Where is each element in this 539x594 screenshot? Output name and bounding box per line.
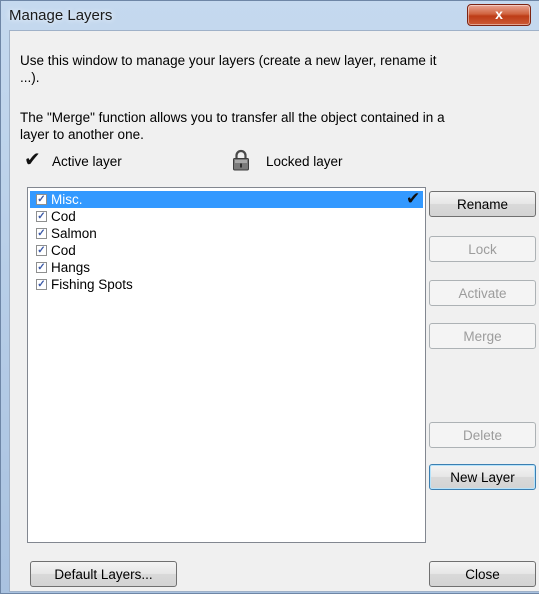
rename-button[interactable]: Rename — [429, 191, 536, 217]
layer-visibility-checkbox[interactable]: ✓ — [36, 245, 47, 256]
active-layer-legend-label: Active layer — [52, 154, 122, 169]
checkmark-icon: ✔ — [406, 189, 421, 208]
layer-visibility-checkbox[interactable]: ✓ — [36, 194, 47, 205]
layer-visibility-checkbox[interactable]: ✓ — [36, 228, 47, 239]
close-button[interactable]: Close — [429, 561, 536, 587]
default-layers-button[interactable]: Default Layers... — [30, 561, 177, 587]
layer-item[interactable]: ✓ Salmon — [30, 225, 423, 242]
layer-list[interactable]: ✓ Misc. ✔ ✓ Cod ✓ Salmon ✓ Cod ✓ Hangs ✓ Fishing Spo… — [27, 187, 426, 543]
layer-item[interactable]: ✓ Hangs — [30, 259, 423, 276]
layer-visibility-checkbox[interactable]: ✓ — [36, 279, 47, 290]
merge-text-line-1: The "Merge" function allows you to trans… — [20, 110, 445, 125]
layer-name: Cod — [51, 209, 76, 224]
manage-layers-dialog: Manage Layers x Use this window to manag… — [0, 0, 539, 594]
window-close-button[interactable]: x — [467, 4, 531, 26]
delete-button[interactable]: Delete — [429, 422, 536, 448]
layer-name: Fishing Spots — [51, 277, 133, 292]
checkmark-icon: ✔ — [24, 149, 41, 171]
layer-name: Cod — [51, 243, 76, 258]
close-icon: x — [495, 6, 503, 22]
lock-button[interactable]: Lock — [429, 236, 536, 262]
layer-name: Salmon — [51, 226, 97, 241]
merge-button[interactable]: Merge — [429, 323, 536, 349]
layer-item[interactable]: ✓ Fishing Spots — [30, 276, 423, 293]
padlock-icon — [233, 149, 249, 171]
intro-text-line-1: Use this window to manage your layers (c… — [20, 53, 437, 68]
intro-text-line-2: ...). — [20, 70, 40, 85]
locked-layer-legend-label: Locked layer — [266, 154, 343, 169]
new-layer-button[interactable]: New Layer — [429, 464, 536, 490]
layer-item[interactable]: ✓ Cod — [30, 242, 423, 259]
window-title: Manage Layers — [9, 7, 113, 24]
layer-visibility-checkbox[interactable]: ✓ — [36, 262, 47, 273]
layer-name: Hangs — [51, 260, 91, 275]
title-bar[interactable]: Manage Layers x — [1, 1, 539, 29]
activate-button[interactable]: Activate — [429, 280, 536, 306]
layer-name: Misc. — [51, 192, 83, 207]
layer-visibility-checkbox[interactable]: ✓ — [36, 211, 47, 222]
merge-text-line-2: layer to another one. — [20, 127, 144, 142]
dialog-body: Use this window to manage your layers (c… — [9, 30, 539, 592]
layer-item[interactable]: ✓ Cod — [30, 208, 423, 225]
layer-item[interactable]: ✓ Misc. ✔ — [30, 189, 423, 208]
